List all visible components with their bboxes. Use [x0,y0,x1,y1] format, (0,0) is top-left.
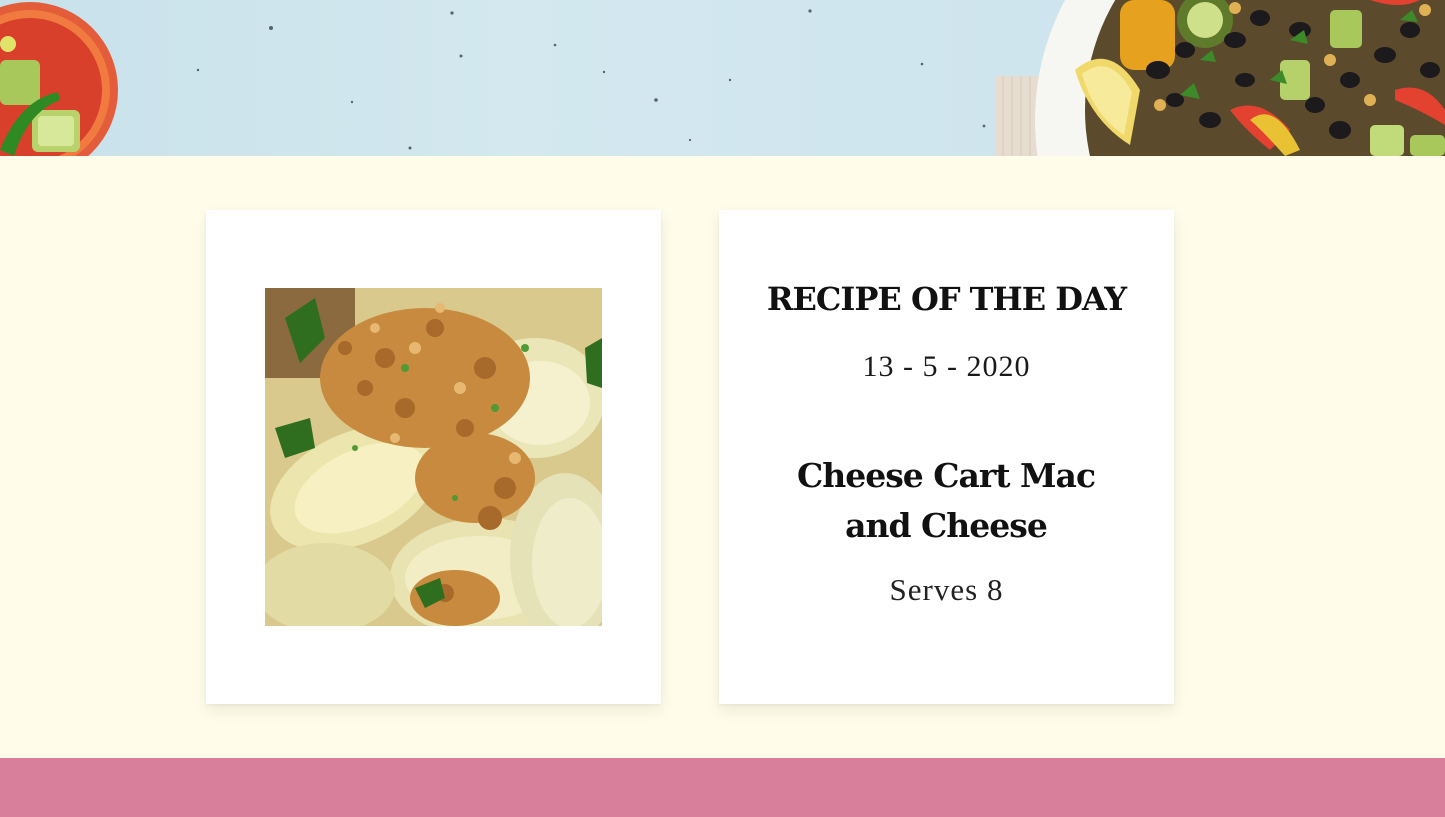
recipe-date: 13 - 5 - 2020 [862,350,1031,383]
salad-plate-right [1035,0,1445,156]
recipe-title[interactable]: Cheese Cart Mac and Cheese [796,451,1096,551]
recipe-info-card: RECIPE OF THE DAY 13 - 5 - 2020 Cheese C… [719,210,1174,704]
recipe-image-card [206,210,661,704]
food-banner-image [0,0,1445,156]
recipe-of-the-day-heading: RECIPE OF THE DAY [766,280,1127,318]
recipe-of-the-day-section: RECIPE OF THE DAY 13 - 5 - 2020 Cheese C… [0,156,1445,758]
pasta-dish-image[interactable] [265,288,602,626]
footer-band [0,758,1445,817]
salad-bowl-left [0,2,118,156]
hero-banner [0,0,1445,156]
recipe-servings: Serves 8 [889,572,1004,607]
